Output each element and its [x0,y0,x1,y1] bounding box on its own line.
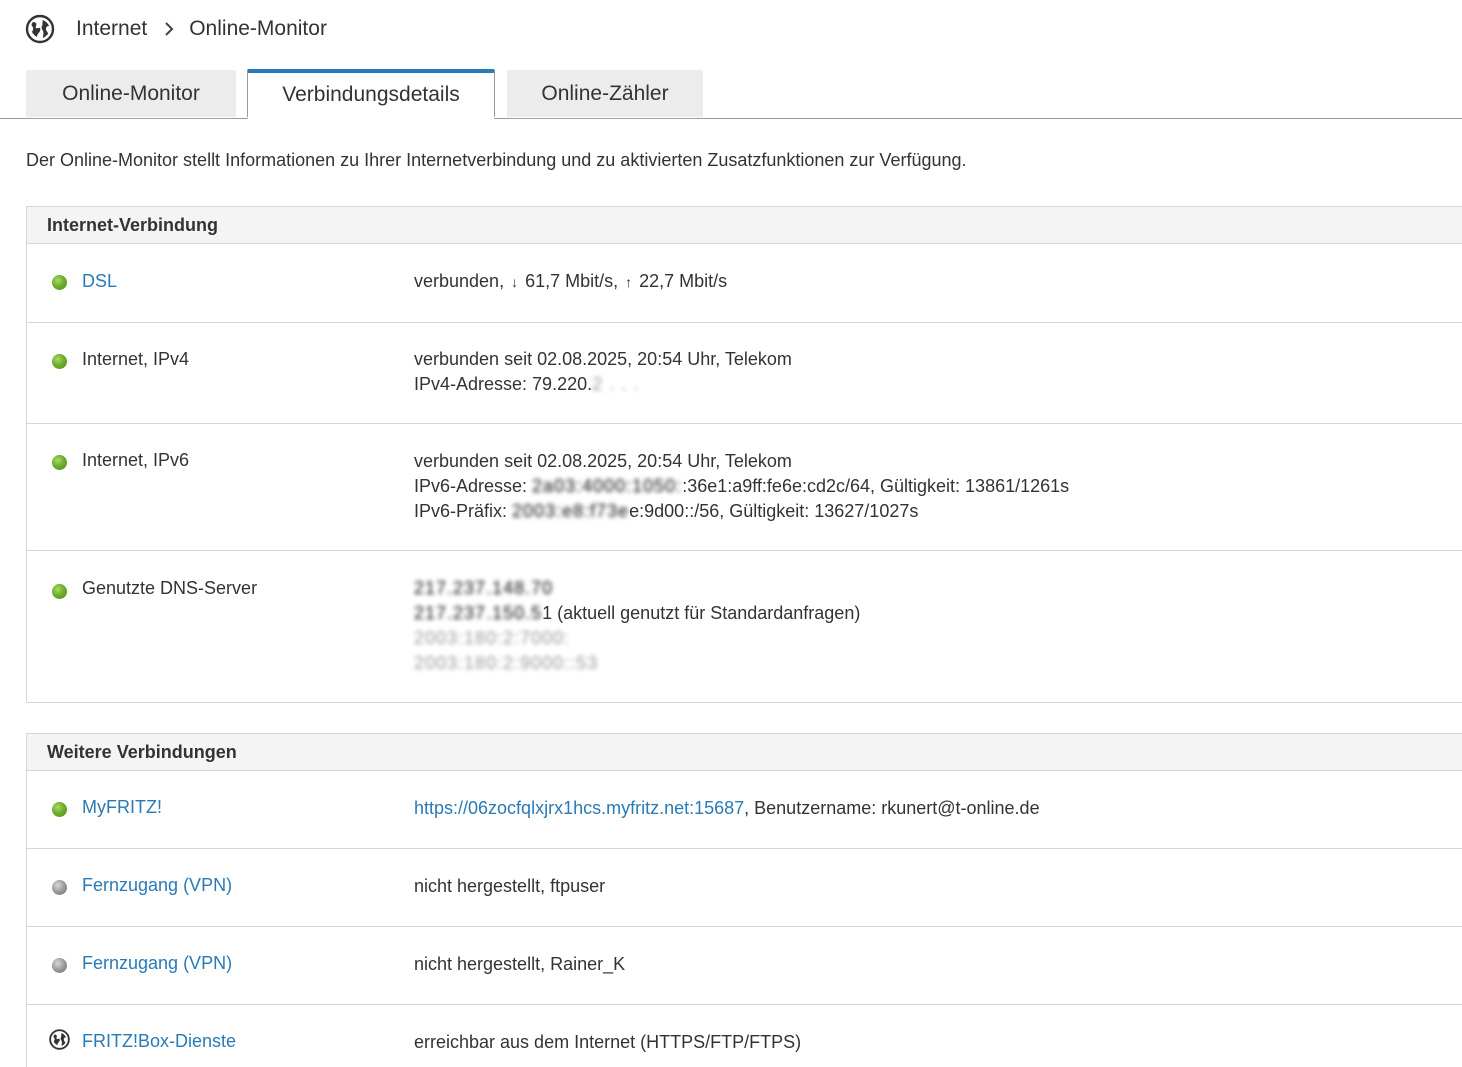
status-connected-icon [52,354,67,369]
row-vpn-rainer: Fernzugang (VPN) nicht hergestellt, Rain… [27,927,1462,1005]
dsl-status: verbunden, ↓ 61,7 Mbit/s, ↑ 22,7 Mbit/s [414,269,727,295]
tab-online-zaehler[interactable]: Online-Zähler [507,70,703,117]
page: Internet Online-Monitor Online-Monitor V… [0,0,1462,1067]
breadcrumb-item-internet[interactable]: Internet [76,17,147,41]
status-connected-icon [52,275,67,290]
ipv4-label: Internet, IPv4 [82,349,190,369]
dns-line-4: 2003:180:2:9000::53 [414,651,860,676]
fritzbox-services-link[interactable]: FRITZ!Box-Dienste [82,1031,236,1052]
dns-server-hidden: 2003:180:2:9000::53 [414,653,599,673]
further-connections-panel: Weitere Verbindungen MyFRITZ! https://06… [26,733,1462,1067]
ipv4-address-prefix: IPv4-Adresse: 79.220. [414,374,593,394]
myfritz-url-link[interactable]: https://06zocfqlxjrx1hcs.myfritz.net:156… [414,798,744,818]
fritzbox-services-status: erreichbar aus dem Internet (HTTPS/FTP/F… [414,1032,802,1052]
breadcrumb-item-online-monitor: Online-Monitor [189,17,327,40]
ipv4-details: verbunden seit 02.08.2025, 20:54 Uhr, Te… [414,347,792,397]
arrow-down-icon: ↓ [511,274,519,290]
dns-line-1: 217.237.148.70 [414,576,860,601]
dsl-upstream: 22,7 Mbit/s [634,271,728,291]
dns-label: Genutzte DNS-Server [82,578,258,598]
myfritz-details: https://06zocfqlxjrx1hcs.myfritz.net:156… [414,796,1040,821]
breadcrumb: Internet Online-Monitor [24,12,327,46]
vpn-link[interactable]: Fernzugang (VPN) [82,953,232,974]
status-connected-icon [52,455,67,470]
myfritz-username: , Benutzername: rkunert@t-online.de [744,798,1040,818]
chevron-right-icon [163,21,175,37]
globe-icon [48,1028,71,1051]
dns-line-2: 217.237.150.51 (aktuell genutzt für Stan… [414,601,860,626]
tab-bar: Online-Monitor Verbindungsdetails Online… [0,69,1462,119]
tab-verbindungsdetails[interactable]: Verbindungsdetails [247,69,495,119]
ipv6-line-3: IPv6-Präfix: 2003:e8:f73ee:9d00::/56, Gü… [414,499,1069,524]
ipv6-address-suffix: :36e1:a9ff:fe6e:cd2c/64, Gültigkeit: 138… [682,476,1070,496]
ipv4-address-hidden: 2 . . . [592,374,640,394]
ipv6-prefix-suffix: e:9d00::/56, Gültigkeit: 13627/1027s [629,501,919,521]
myfritz-link[interactable]: MyFRITZ! [82,797,162,818]
arrow-up-icon: ↑ [625,274,633,290]
status-inactive-icon [52,880,67,895]
ipv6-line-2: IPv6-Adresse: 2a03:4000:1050::36e1:a9ff:… [414,474,1069,499]
vpn-status: nicht hergestellt, Rainer_K [414,954,626,974]
dns-server-hidden: 217.237.150.5 [414,603,543,623]
vpn-link[interactable]: Fernzugang (VPN) [82,875,232,896]
row-dsl: DSL verbunden, ↓ 61,7 Mbit/s, ↑ 22,7 Mbi… [27,244,1462,323]
dns-servers: 217.237.148.70 217.237.150.51 (aktuell g… [414,576,860,676]
dns-line-3: 2003:180:2:7000: [414,626,860,651]
dsl-status-prefix: verbunden, [414,271,510,291]
dns-server-note: 1 (aktuell genutzt für Standardanfragen) [542,603,861,623]
ipv6-details: verbunden seit 02.08.2025, 20:54 Uhr, Te… [414,449,1069,524]
status-connected-icon [52,584,67,599]
intro-text: Der Online-Monitor stellt Informationen … [26,150,967,170]
ipv6-address-prefix: IPv6-Adresse: [414,476,533,496]
vpn-status: nicht hergestellt, ftpuser [414,876,606,896]
panel-title: Internet-Verbindung [27,207,1462,244]
ipv6-prefix-prefix: IPv6-Präfix: [414,501,513,521]
internet-connection-panel: Internet-Verbindung DSL verbunden, ↓ 61,… [26,206,1462,703]
status-connected-icon [52,802,67,817]
dns-server-hidden: 217.237.148.70 [414,578,554,598]
row-ipv4: Internet, IPv4 verbunden seit 02.08.2025… [27,323,1462,424]
row-ipv6: Internet, IPv6 verbunden seit 02.08.2025… [27,424,1462,551]
tab-online-monitor[interactable]: Online-Monitor [26,70,236,117]
panel-title: Weitere Verbindungen [27,734,1462,771]
row-myfritz: MyFRITZ! https://06zocfqlxjrx1hcs.myfrit… [27,771,1462,849]
ipv6-prefix-hidden: 2003:e8:f73e [512,501,630,521]
globe-icon [24,13,56,45]
dns-server-hidden: 2003:180:2:7000: [414,628,571,648]
dsl-link[interactable]: DSL [82,271,117,292]
dsl-downstream: 61,7 Mbit/s, [520,271,624,291]
ipv6-label: Internet, IPv6 [82,450,190,470]
ipv6-address-hidden: 2a03:4000:1050: [532,476,683,496]
ipv4-line-2: IPv4-Adresse: 79.220.2 . . . [414,372,792,397]
row-dns: Genutzte DNS-Server 217.237.148.70 217.2… [27,551,1462,702]
ipv4-line-1: verbunden seit 02.08.2025, 20:54 Uhr, Te… [414,349,792,369]
status-inactive-icon [52,958,67,973]
row-fritzbox-services: FRITZ!Box-Dienste erreichbar aus dem Int… [27,1005,1462,1067]
row-vpn-ftpuser: Fernzugang (VPN) nicht hergestellt, ftpu… [27,849,1462,927]
ipv6-line-1: verbunden seit 02.08.2025, 20:54 Uhr, Te… [414,451,792,471]
